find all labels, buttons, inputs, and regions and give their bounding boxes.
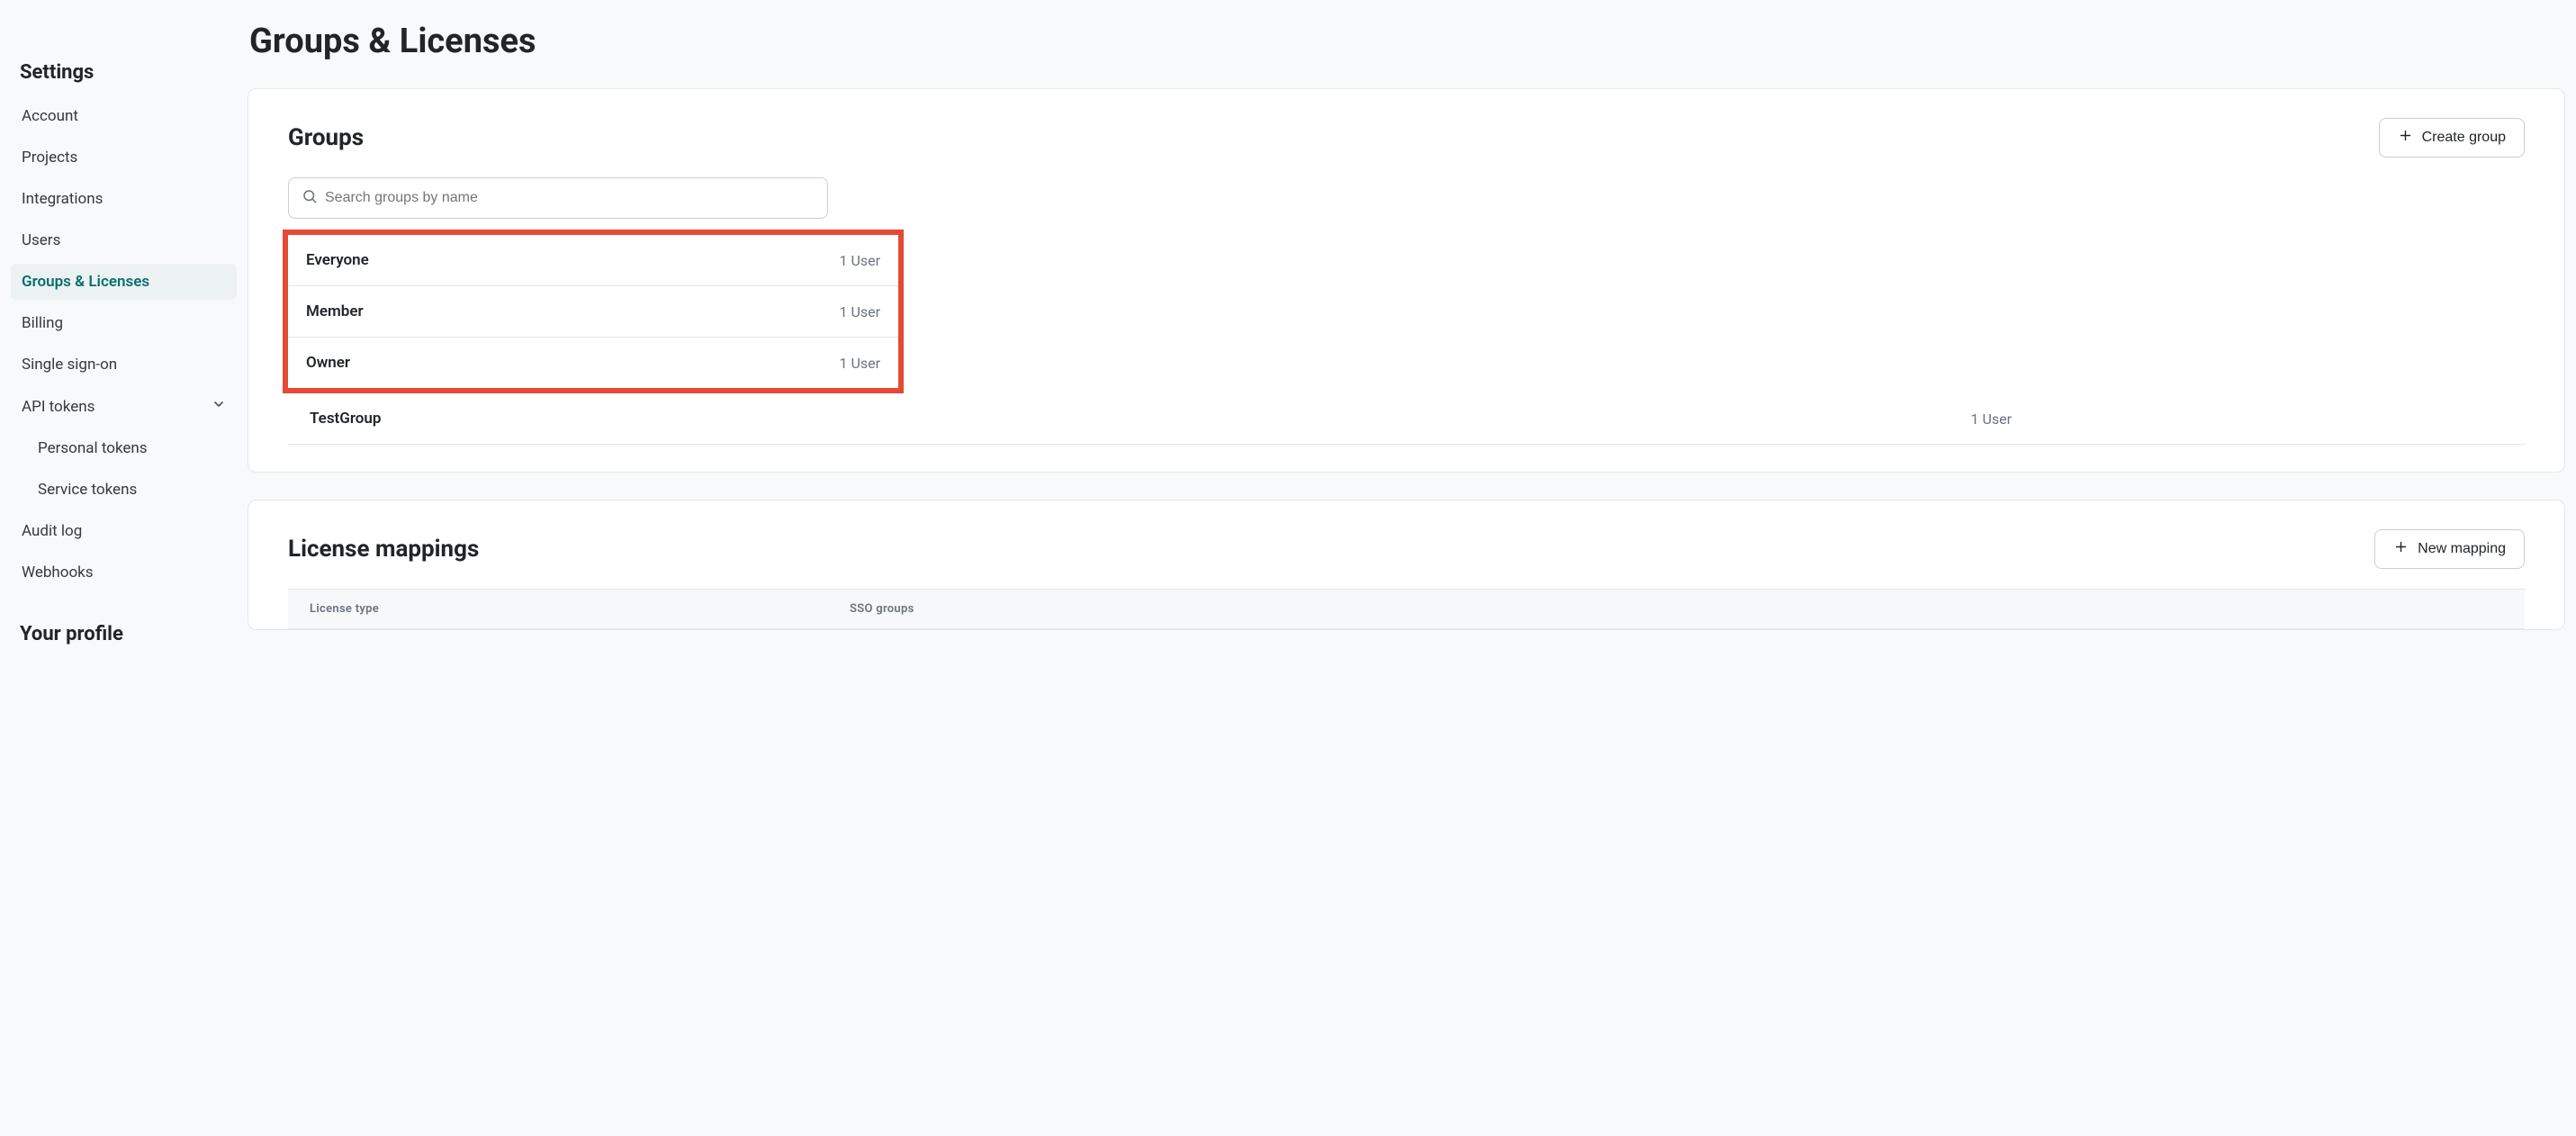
group-row-testgroup[interactable]: TestGroup 1 User bbox=[288, 393, 2525, 445]
groups-card-title: Groups bbox=[288, 124, 364, 151]
license-mappings-card: License mappings New mapping License typ… bbox=[248, 500, 2565, 630]
group-user-count: 1 User bbox=[840, 252, 881, 269]
sidebar-item-label: Audit log bbox=[22, 522, 82, 540]
plus-icon bbox=[2398, 128, 2413, 148]
sidebar-item-integrations[interactable]: Integrations bbox=[11, 181, 237, 217]
plus-icon bbox=[2393, 539, 2409, 559]
settings-sidebar: Settings Account Projects Integrations U… bbox=[0, 0, 248, 1136]
license-card-title: License mappings bbox=[288, 536, 479, 563]
sidebar-item-audit-log[interactable]: Audit log bbox=[11, 513, 237, 549]
button-label: Create group bbox=[2422, 130, 2506, 146]
sidebar-item-account[interactable]: Account bbox=[11, 98, 237, 134]
license-table-header: License type SSO groups bbox=[288, 589, 2525, 629]
sidebar-item-billing[interactable]: Billing bbox=[11, 305, 237, 341]
sidebar-heading-profile: Your profile bbox=[11, 596, 237, 660]
group-name: TestGroup bbox=[310, 410, 381, 428]
sidebar-item-groups-licenses[interactable]: Groups & Licenses bbox=[11, 264, 237, 300]
group-user-count: 1 User bbox=[1971, 410, 2013, 428]
sidebar-subitem-personal-tokens[interactable]: Personal tokens bbox=[11, 430, 237, 466]
groups-card: Groups Create group bbox=[248, 88, 2565, 473]
group-search-input[interactable] bbox=[325, 190, 815, 206]
group-name: Owner bbox=[306, 354, 350, 372]
sidebar-item-single-sign-on[interactable]: Single sign-on bbox=[11, 347, 237, 383]
button-label: New mapping bbox=[2418, 541, 2506, 557]
sidebar-item-label: Users bbox=[22, 231, 60, 249]
sidebar-item-label: Projects bbox=[22, 149, 77, 167]
create-group-button[interactable]: Create group bbox=[2379, 118, 2525, 158]
sidebar-item-label: Billing bbox=[22, 314, 63, 332]
sidebar-item-users[interactable]: Users bbox=[11, 222, 237, 258]
sidebar-item-projects[interactable]: Projects bbox=[11, 140, 237, 176]
column-header-license-type: License type bbox=[310, 602, 850, 616]
page-title: Groups & Licenses bbox=[248, 22, 2565, 61]
sidebar-subitem-service-tokens[interactable]: Service tokens bbox=[11, 472, 237, 508]
sidebar-item-label: Groups & Licenses bbox=[22, 273, 149, 291]
sidebar-item-webhooks[interactable]: Webhooks bbox=[11, 554, 237, 591]
group-user-count: 1 User bbox=[840, 355, 881, 372]
sidebar-item-label: API tokens bbox=[22, 398, 95, 416]
chevron-down-icon bbox=[212, 397, 226, 416]
sidebar-item-label: Account bbox=[22, 107, 78, 125]
new-mapping-button[interactable]: New mapping bbox=[2374, 529, 2525, 569]
group-user-count: 1 User bbox=[840, 303, 881, 320]
group-search-box[interactable] bbox=[288, 177, 828, 219]
column-header-sso-groups: SSO groups bbox=[850, 602, 914, 616]
search-icon bbox=[302, 188, 318, 208]
sidebar-item-label: Integrations bbox=[22, 190, 103, 208]
group-row-owner[interactable]: Owner 1 User bbox=[288, 338, 898, 388]
sidebar-item-label: Webhooks bbox=[22, 563, 94, 582]
group-name: Member bbox=[306, 302, 364, 320]
group-row-member[interactable]: Member 1 User bbox=[288, 286, 898, 338]
group-row-everyone[interactable]: Everyone 1 User bbox=[288, 235, 898, 286]
group-name: Everyone bbox=[306, 251, 369, 269]
highlighted-default-groups: Everyone 1 User Member 1 User Owner 1 Us… bbox=[283, 230, 904, 393]
sidebar-item-label: Personal tokens bbox=[38, 439, 148, 457]
sidebar-item-label: Service tokens bbox=[38, 481, 137, 499]
sidebar-item-label: Single sign-on bbox=[22, 356, 117, 374]
main-content: Groups & Licenses Groups Create group bbox=[248, 0, 2576, 1136]
sidebar-item-api-tokens[interactable]: API tokens bbox=[11, 388, 237, 425]
sidebar-heading-settings: Settings bbox=[11, 18, 237, 98]
